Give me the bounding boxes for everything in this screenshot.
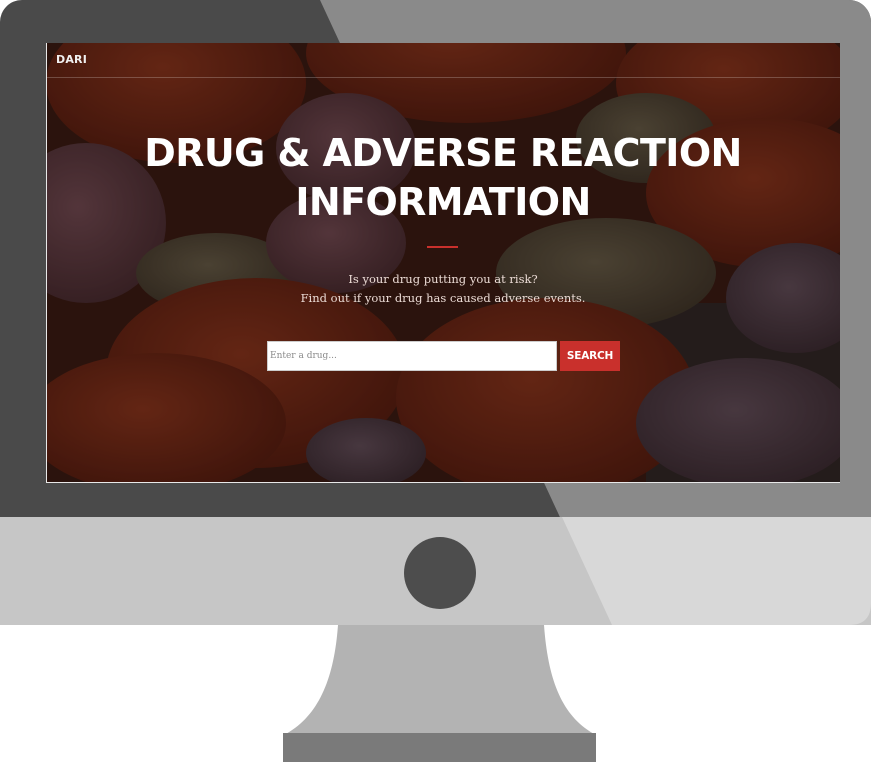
screen: DARI DRUG & ADVERSE REACTION INFORMATION… — [46, 43, 840, 483]
monitor-logo-circle — [404, 537, 476, 609]
navbar: DARI — [46, 43, 840, 78]
hero-title: DRUG & ADVERSE REACTION INFORMATION — [46, 129, 840, 227]
hero-divider — [427, 246, 458, 248]
hero-subtitle: Is your drug putting you at risk? Find o… — [46, 270, 840, 308]
background-overlay — [46, 43, 840, 483]
brand-logo-link[interactable]: DARI — [56, 53, 87, 66]
drug-search-input[interactable] — [267, 341, 557, 371]
hero-title-line-2: INFORMATION — [295, 180, 591, 224]
monitor-mockup: DARI DRUG & ADVERSE REACTION INFORMATION… — [0, 0, 871, 763]
hero-subtitle-line-2: Find out if your drug has caused adverse… — [300, 291, 586, 305]
search-button[interactable]: SEARCH — [560, 341, 620, 371]
monitor-stand — [284, 625, 596, 735]
hero-subtitle-line-1: Is your drug putting you at risk? — [348, 272, 538, 286]
hero-title-line-1: DRUG & ADVERSE REACTION — [144, 131, 742, 175]
monitor-stand-base — [283, 733, 596, 762]
